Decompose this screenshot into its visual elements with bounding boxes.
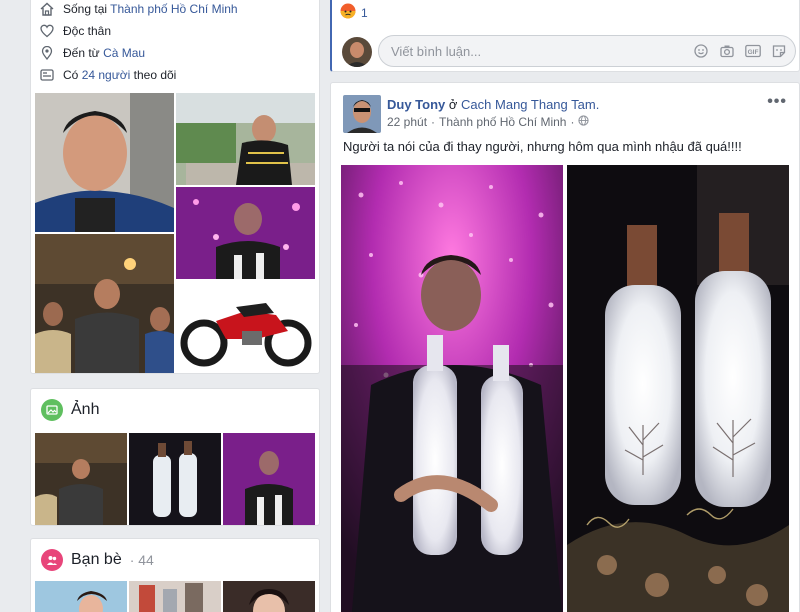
followers-link[interactable]: 24 người	[82, 68, 131, 82]
photos-icon	[41, 399, 63, 421]
comment-placeholder: Viết bình luận...	[391, 43, 482, 59]
intro-from: Đến từ Cà Mau	[39, 43, 145, 63]
featured-photo-smoking[interactable]	[176, 93, 315, 185]
post-author-avatar[interactable]	[343, 95, 381, 133]
photo-thumb-3[interactable]	[223, 433, 315, 525]
home-icon	[39, 1, 55, 17]
post-photo-club[interactable]	[341, 165, 563, 612]
photos-header[interactable]: Ảnh	[41, 399, 99, 421]
svg-text:GIF: GIF	[748, 49, 759, 56]
featured-photo-selfie[interactable]	[35, 93, 174, 232]
gif-icon[interactable]: GIF	[745, 43, 761, 59]
comment-input[interactable]: Viết bình luận... GIF	[378, 35, 796, 67]
followers-icon	[39, 67, 55, 83]
photos-title: Ảnh	[71, 401, 100, 418]
featured-photo-club[interactable]	[176, 187, 315, 279]
more-icon[interactable]: •••	[767, 93, 787, 111]
post-card: Duy Tony ở Cach Mang Thang Tam. 22 phút …	[330, 82, 800, 612]
followers-suffix: theo dõi	[133, 68, 177, 82]
friends-count: · 44	[129, 552, 154, 568]
friend-thumb-3[interactable]	[223, 581, 315, 612]
post-photo-bottles[interactable]	[567, 165, 789, 612]
lives-prefix: Sống tại	[63, 2, 108, 16]
featured-photo-street[interactable]	[35, 234, 174, 373]
photo-thumb-2[interactable]	[129, 433, 221, 525]
photos-card: Ảnh	[30, 388, 320, 526]
location-pin-icon	[39, 45, 55, 61]
post-header-line: Duy Tony ở Cach Mang Thang Tam.	[387, 97, 599, 112]
friends-header[interactable]: Bạn bè · 44	[41, 549, 154, 571]
friend-thumb-1[interactable]	[35, 581, 127, 612]
post-location-link[interactable]: Cach Mang Thang Tam.	[461, 97, 599, 112]
previous-post-footer: 1 Viết bình luận... GIF	[330, 0, 800, 72]
emoji-icon[interactable]	[693, 43, 709, 59]
friends-icon	[41, 549, 63, 571]
from-city-link[interactable]: Cà Mau	[103, 46, 145, 60]
post-meta: 22 phút · Thành phố Hồ Chí Minh ·	[387, 115, 590, 129]
camera-icon[interactable]	[719, 43, 735, 59]
post-at-word: ở	[448, 97, 458, 112]
heart-icon	[39, 23, 55, 39]
photo-thumb-1[interactable]	[35, 433, 127, 525]
friend-thumb-2[interactable]	[129, 581, 221, 612]
intro-followers: Có 24 người theo dõi	[39, 65, 176, 85]
intro-relationship: Độc thân	[39, 21, 111, 41]
lives-city-link[interactable]: Thành phố Hồ Chí Minh	[110, 2, 237, 16]
post-text: Người ta nói của đi thay người, nhưng hô…	[343, 139, 742, 154]
followers-prefix: Có	[63, 68, 79, 82]
post-place[interactable]: Thành phố Hồ Chí Minh	[439, 115, 566, 129]
from-prefix: Đến từ	[63, 46, 100, 60]
intro-lives-in: Sống tại Thành phố Hồ Chí Minh	[39, 0, 238, 19]
angry-reaction-icon	[340, 3, 356, 22]
globe-icon[interactable]	[578, 115, 590, 129]
post-time[interactable]: 22 phút	[387, 115, 427, 129]
reaction-count: 1	[361, 5, 368, 20]
friends-title: Bạn bè	[71, 551, 122, 568]
friends-card: Bạn bè · 44	[30, 538, 320, 612]
intro-card: Sống tại Thành phố Hồ Chí Minh Độc thân …	[30, 0, 320, 374]
relationship-status: Độc thân	[63, 24, 112, 38]
post-author-name[interactable]: Duy Tony	[387, 97, 445, 112]
featured-photo-motorbike[interactable]	[176, 281, 315, 373]
reaction-summary[interactable]: 1	[340, 3, 368, 22]
sticker-icon[interactable]	[771, 43, 787, 59]
commenter-avatar[interactable]	[342, 37, 372, 67]
